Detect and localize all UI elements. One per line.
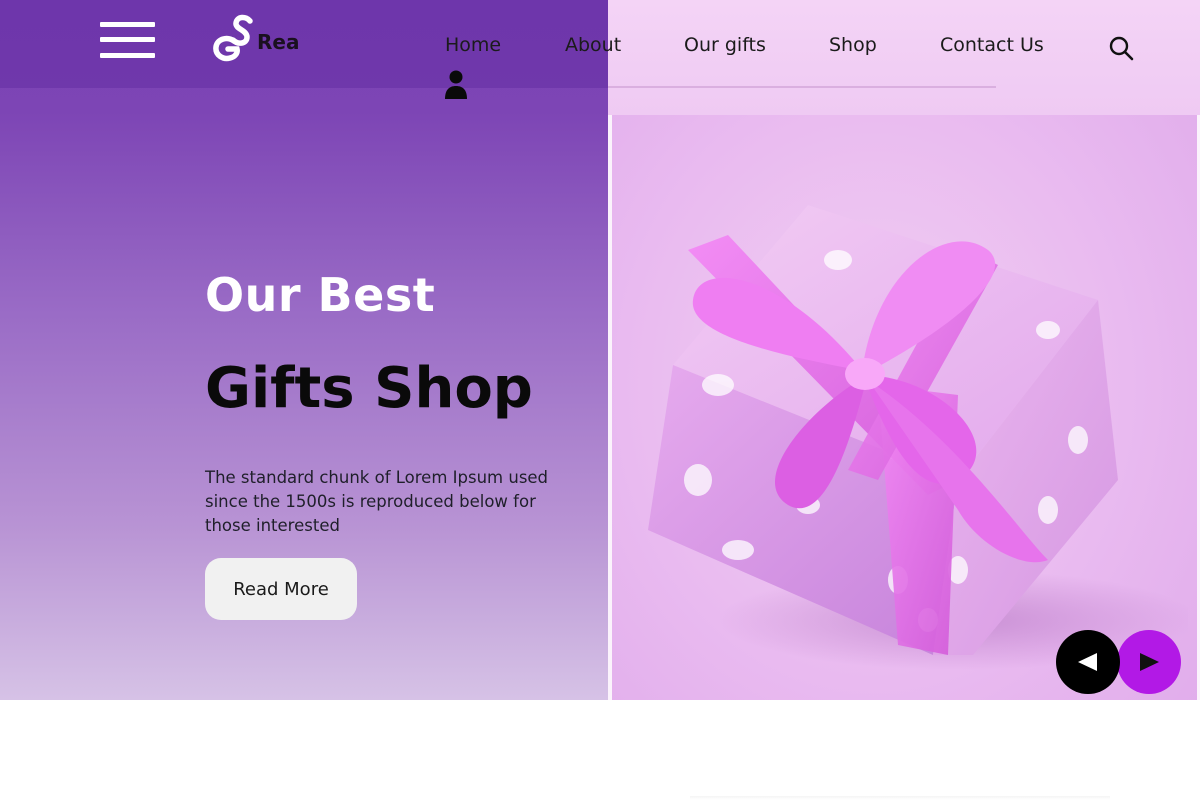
arrow-right-icon [1140,653,1159,671]
user-icon[interactable] [444,70,468,100]
hero-image-panel [608,0,1200,700]
slider-next-button[interactable] [1117,630,1181,694]
search-icon[interactable] [1108,35,1134,61]
arrow-left-icon [1078,653,1097,671]
slider-prev-button[interactable] [1056,630,1120,694]
hero-kicker: Our Best [205,268,436,322]
header-divider-line [608,86,996,88]
nav-item-shop[interactable]: Shop [829,34,877,56]
nav-item-about[interactable]: About [565,34,621,56]
hero-title: Gifts Shop [205,356,533,421]
hero-divider [608,115,612,700]
section-shadow [690,796,1110,800]
nav-item-home[interactable]: Home [445,34,501,56]
main-nav: Home About Our gifts Shop Contact Us [0,30,1200,70]
gift-box-image [648,205,1188,670]
nav-item-contact-us[interactable]: Contact Us [940,34,1044,56]
read-more-button[interactable]: Read More [205,558,357,620]
nav-item-our-gifts[interactable]: Our gifts [684,34,766,56]
hero-description: The standard chunk of Lorem Ipsum used s… [205,468,549,535]
